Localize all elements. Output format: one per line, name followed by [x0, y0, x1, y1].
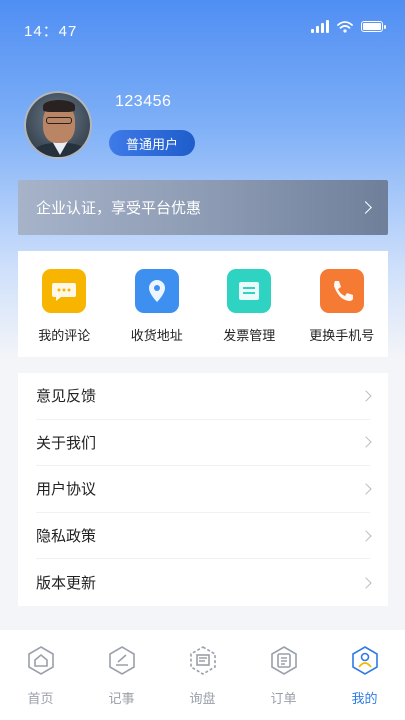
menu-item-feedback[interactable]: 意见反馈: [36, 373, 372, 420]
menu-item-about-us[interactable]: 关于我们: [36, 420, 372, 467]
quick-action-label: 更换手机号: [309, 328, 375, 343]
menu-item-label: 意见反馈: [36, 388, 97, 406]
settings-menu: 意见反馈 关于我们 用户协议 隐私政策 版本更新: [18, 373, 388, 606]
menu-item-label: 隐私政策: [36, 528, 97, 546]
quick-action-address[interactable]: 收货地址: [117, 269, 197, 344]
banner-text: 企业认证，享受平台优惠: [36, 200, 202, 217]
location-icon: [134, 269, 179, 313]
tab-label: 订单: [270, 691, 297, 706]
home-icon: [27, 646, 54, 675]
tab-label: 我的: [351, 691, 378, 706]
order-icon: [270, 646, 297, 675]
chevron-right-icon: [360, 529, 372, 542]
chevron-right-icon: [360, 436, 372, 449]
phone-icon: [319, 269, 364, 313]
chevron-right-icon: [360, 577, 372, 589]
bottom-tab-bar: 首页 记事 询盘 订单 我的: [0, 630, 405, 720]
quick-action-invoice[interactable]: 发票管理: [209, 269, 289, 344]
status-bar: 14：47: [0, 0, 405, 56]
battery-icon: [361, 21, 386, 32]
quick-action-comments[interactable]: 我的评论: [24, 269, 104, 344]
quick-action-label: 我的评论: [38, 328, 91, 343]
quick-action-change-phone[interactable]: 更换手机号: [302, 269, 382, 344]
quick-actions-card: 我的评论 收货地址 发票管理 更换手机号: [18, 251, 388, 357]
tab-inquiry[interactable]: 询盘: [173, 644, 233, 720]
invoice-icon: [227, 269, 272, 313]
comment-icon: [42, 269, 87, 313]
enterprise-certification-banner[interactable]: 企业认证，享受平台优惠: [18, 180, 388, 235]
chevron-right-icon: [359, 201, 372, 214]
wifi-icon: [337, 20, 353, 33]
signal-icon: [311, 20, 329, 33]
tab-orders[interactable]: 订单: [254, 644, 314, 720]
menu-item-label: 关于我们: [36, 434, 97, 452]
profile-icon: [351, 646, 378, 675]
tab-label: 询盘: [189, 691, 216, 706]
tab-label: 记事: [108, 691, 135, 706]
username: 123456: [115, 93, 172, 110]
tab-home[interactable]: 首页: [11, 644, 71, 720]
avatar[interactable]: [24, 91, 92, 159]
status-icons: [311, 20, 386, 33]
quick-action-label: 收货地址: [130, 328, 183, 343]
chevron-right-icon: [360, 390, 372, 402]
tab-profile[interactable]: 我的: [335, 644, 395, 720]
menu-item-user-agreement[interactable]: 用户协议: [36, 466, 372, 513]
status-time: 14：47: [24, 23, 78, 40]
user-level-badge: 普通用户: [109, 130, 195, 156]
menu-item-privacy-policy[interactable]: 隐私政策: [36, 513, 372, 560]
menu-item-version-update[interactable]: 版本更新: [36, 559, 372, 606]
quick-action-label: 发票管理: [223, 328, 276, 343]
menu-item-label: 用户协议: [36, 481, 97, 499]
menu-item-label: 版本更新: [36, 575, 97, 593]
tab-notes[interactable]: 记事: [92, 644, 152, 720]
tab-label: 首页: [27, 691, 54, 706]
note-icon: [108, 646, 135, 675]
chevron-right-icon: [360, 483, 372, 495]
inquiry-icon: [189, 646, 216, 675]
